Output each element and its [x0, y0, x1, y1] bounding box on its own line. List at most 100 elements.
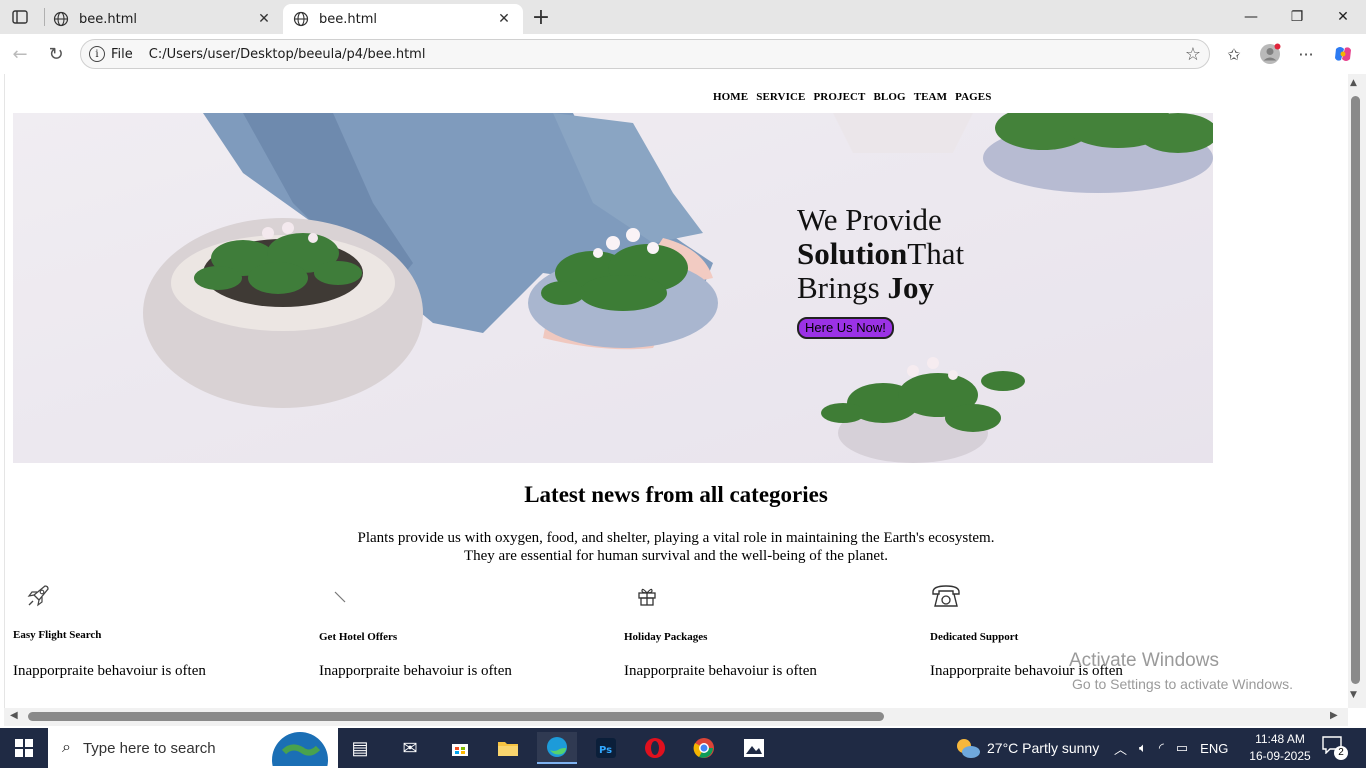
page-viewport: HOME SERVICE PROJECT BLOG TEAM PAGES We …: [4, 74, 1348, 708]
feature-card-hotel: Get Hotel Offers Inapporpraite behavoiur…: [319, 579, 619, 680]
feature-card-flight: Easy Flight Search Inapporpraite behavoi…: [13, 579, 313, 680]
close-tab-icon[interactable]: ✕: [255, 10, 273, 28]
hero-line-1: We Provide: [797, 202, 942, 237]
mail-icon[interactable]: ✉: [390, 732, 430, 764]
nav-home[interactable]: HOME: [713, 91, 748, 103]
top-navigation: HOME SERVICE PROJECT BLOG TEAM PAGES: [713, 91, 991, 103]
windows-taskbar: ⌕ Type here to search ▤ ✉ Ps 27°C Partly…: [0, 728, 1366, 768]
new-tab-button[interactable]: +: [528, 4, 554, 30]
tab-inactive[interactable]: bee.html ✕: [43, 4, 283, 34]
partly-sunny-icon: [957, 739, 980, 758]
scheme-label: File: [111, 46, 133, 62]
profile-avatar-icon[interactable]: [1257, 42, 1283, 66]
hero-headline: We Provide SolutionThat Brings Joy Here …: [797, 203, 964, 339]
info-icon[interactable]: i: [89, 46, 105, 62]
task-view-icon[interactable]: ▤: [340, 732, 380, 764]
meet-now-icon[interactable]: ▭: [1176, 740, 1188, 756]
hero-bold-joy: Joy: [887, 270, 934, 305]
broken-image-icon: [334, 591, 346, 603]
edge-browser-icon[interactable]: [537, 732, 577, 764]
windows-start-icon[interactable]: [0, 728, 48, 768]
photoshop-icon[interactable]: Ps: [586, 732, 626, 764]
horizontal-scrollbar[interactable]: ◀ ▶: [4, 708, 1348, 726]
hero-bold-solution: Solution: [797, 236, 908, 271]
feature-card-holiday: Holiday Packages Inapporpraite behavoiur…: [624, 579, 924, 680]
restore-icon[interactable]: ❐: [1274, 0, 1320, 34]
search-icon: ⌕: [62, 739, 71, 756]
hero-line-2-rest: That: [907, 236, 965, 271]
news-desc-line-2: They are essential for human survival an…: [463, 548, 889, 564]
feature-title: Get Hotel Offers: [319, 631, 398, 643]
copilot-icon[interactable]: [1330, 42, 1356, 66]
nav-project[interactable]: PROJECT: [813, 91, 865, 103]
hero-line-2: SolutionThat: [797, 237, 964, 271]
feature-title: Dedicated Support: [930, 631, 1019, 643]
feature-body: Inapporpraite behavoiur is often: [319, 663, 512, 679]
network-icon[interactable]: ◜: [1159, 740, 1164, 756]
volume-icon[interactable]: 🔈︎: [1139, 740, 1147, 756]
input-language[interactable]: ENG: [1200, 741, 1228, 756]
notification-center-icon[interactable]: 2: [1322, 736, 1348, 760]
hero-background-image: [13, 113, 1213, 463]
vertical-scrollbar[interactable]: ▲ ▼: [1348, 74, 1366, 708]
more-menu-icon[interactable]: ···: [1293, 42, 1319, 66]
scroll-up-arrow-icon[interactable]: ▲: [1350, 78, 1357, 88]
scroll-left-arrow-icon[interactable]: ◀: [10, 710, 18, 721]
favorite-star-icon[interactable]: ☆: [1185, 44, 1201, 65]
close-window-icon[interactable]: ✕: [1320, 0, 1366, 34]
rocket-icon: [27, 585, 49, 607]
nav-blog[interactable]: BLOG: [874, 91, 906, 103]
feature-body: Inapporpraite behavoiur is often: [13, 663, 206, 679]
feature-title: Holiday Packages: [624, 631, 708, 643]
system-tray: ︿ 🔈︎ ◜ ▭ ENG: [1114, 728, 1228, 768]
svg-text:Ps: Ps: [599, 745, 612, 756]
tab-active[interactable]: bee.html ✕: [283, 4, 523, 34]
hero-line-3-start: Brings: [797, 270, 888, 305]
horizontal-scroll-thumb[interactable]: [28, 712, 884, 721]
photos-icon[interactable]: [734, 732, 774, 764]
weather-widget[interactable]: 27°C Partly sunny: [955, 728, 1099, 768]
globe-search-highlight-icon[interactable]: [256, 732, 336, 766]
clock-time: 11:48 AM: [1255, 732, 1305, 746]
reload-icon[interactable]: ↻: [42, 42, 70, 66]
address-field[interactable]: i File C:/Users/user/Desktop/beeula/p4/b…: [80, 39, 1210, 69]
feature-body: Inapporpraite behavoiur is often: [624, 663, 817, 679]
tab-title: bee.html: [319, 11, 377, 27]
feature-title: Easy Flight Search: [13, 629, 102, 641]
browser-tab-bar: bee.html ✕ bee.html ✕ + — ❐ ✕: [0, 0, 1366, 34]
vertical-scroll-thumb[interactable]: [1351, 96, 1360, 684]
feature-card-support: Dedicated Support Inapporpraite behavoiu…: [930, 579, 1230, 680]
tab-actions-icon[interactable]: [8, 6, 32, 28]
nav-pages[interactable]: PAGES: [955, 91, 991, 103]
search-placeholder: Type here to search: [82, 739, 216, 757]
telephone-icon: [932, 585, 960, 607]
store-icon[interactable]: [440, 732, 480, 764]
news-description: Plants provide us with oxygen, food, and…: [13, 529, 1339, 565]
here-us-now-button[interactable]: Here Us Now!: [797, 317, 894, 339]
news-desc-line-1: Plants provide us with oxygen, food, and…: [357, 530, 995, 546]
notification-count: 2: [1334, 746, 1348, 760]
favorites-icon[interactable]: ✩: [1221, 42, 1247, 66]
url-text: C:/Users/user/Desktop/beeula/p4/bee.html: [148, 46, 426, 62]
nav-team[interactable]: TEAM: [914, 91, 947, 103]
opera-icon[interactable]: [635, 732, 675, 764]
nav-service[interactable]: SERVICE: [756, 91, 805, 103]
gift-icon: [638, 588, 656, 606]
globe-icon: [53, 11, 69, 27]
globe-icon: [293, 11, 309, 27]
weather-text: 27°C Partly sunny: [987, 740, 1100, 756]
close-tab-icon[interactable]: ✕: [495, 10, 513, 28]
file-explorer-icon[interactable]: [488, 732, 528, 764]
chrome-icon[interactable]: [684, 732, 724, 764]
feature-body: Inapporpraite behavoiur is often: [930, 663, 1123, 679]
address-bar-row: ← ↻ i File C:/Users/user/Desktop/beeula/…: [0, 34, 1366, 74]
show-hidden-icons-icon[interactable]: ︿: [1114, 739, 1127, 758]
scroll-down-arrow-icon[interactable]: ▼: [1350, 690, 1357, 700]
system-clock[interactable]: 11:48 AM 16-09-2025: [1242, 731, 1318, 765]
hero-line-3: Brings Joy: [797, 271, 964, 305]
back-arrow-icon[interactable]: ←: [6, 42, 34, 66]
minimize-icon[interactable]: —: [1228, 0, 1274, 34]
scroll-right-arrow-icon[interactable]: ▶: [1330, 710, 1338, 721]
clock-date: 16-09-2025: [1249, 749, 1311, 763]
news-section-title: Latest news from all categories: [524, 482, 828, 507]
